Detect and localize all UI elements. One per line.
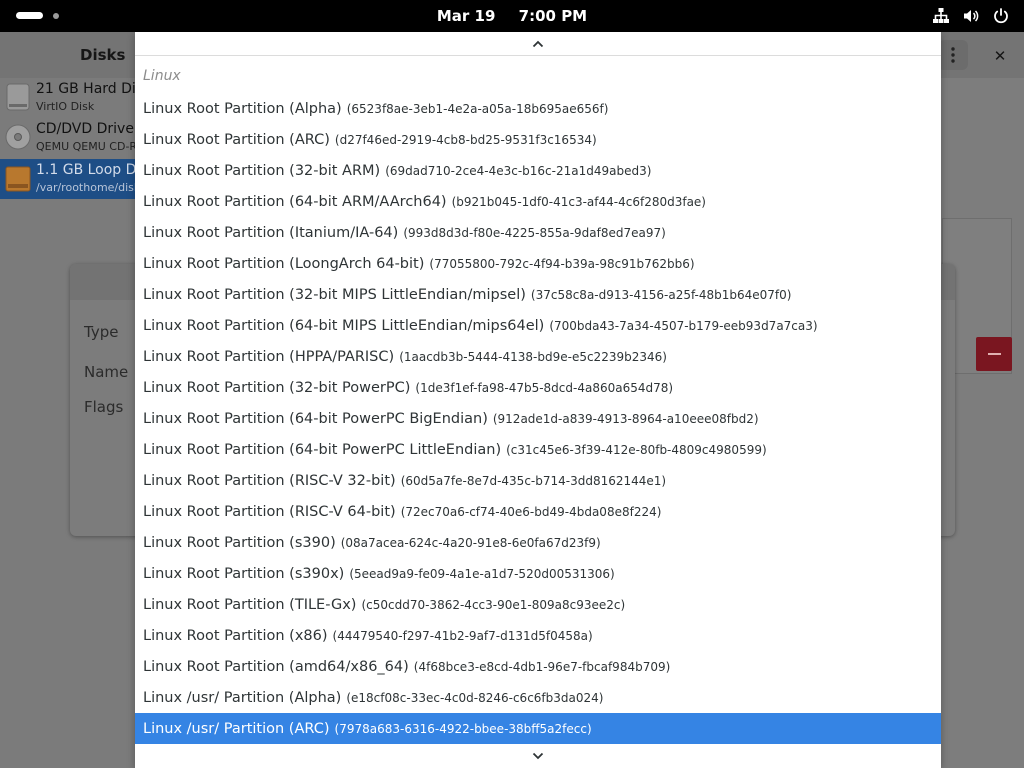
power-icon[interactable]	[992, 7, 1010, 25]
option-label: Linux Root Partition (s390x)	[143, 565, 345, 582]
partition-type-option[interactable]: Linux Root Partition (s390x) (5eead9a9-fe…	[135, 558, 941, 589]
option-label: Linux Root Partition (x86)	[143, 627, 328, 644]
option-guid: (44479540-f297-41b2-9af7-d131d5f0458a)	[332, 628, 593, 643]
disk-menu-button[interactable]	[938, 40, 968, 70]
disk-item-loop-device[interactable]: 1.1 GB Loop Device /var/roothome/disk.im…	[0, 159, 174, 199]
option-guid: (e18cf08c-33ec-4c0d-8246-c6c6fb3da024)	[346, 690, 604, 705]
partition-type-option[interactable]: Linux Root Partition (32-bit MIPS Little…	[135, 279, 941, 310]
option-label: Linux Root Partition (32-bit ARM)	[143, 162, 381, 179]
option-label: Linux Root Partition (RISC-V 32-bit)	[143, 472, 396, 489]
partition-type-option[interactable]: Linux Root Partition (Itanium/IA-64) (993…	[135, 217, 941, 248]
partition-type-option[interactable]: Linux Root Partition (64-bit PowerPC Big…	[135, 403, 941, 434]
partition-type-option[interactable]: Linux Root Partition (HPPA/PARISC) (1aacd…	[135, 341, 941, 372]
partition-type-option[interactable]: Linux Root Partition (64-bit PowerPC Lit…	[135, 434, 941, 465]
option-label: Linux Root Partition (64-bit MIPS Little…	[143, 317, 545, 334]
option-label: Linux Root Partition (64-bit PowerPC Big…	[143, 410, 488, 427]
partition-type-option[interactable]: Linux Root Partition (32-bit PowerPC) (1d…	[135, 372, 941, 403]
option-label: Linux Root Partition (HPPA/PARISC)	[143, 348, 395, 365]
delete-partition-button[interactable]	[976, 337, 1012, 371]
option-guid: (c50cdd70-3862-4cc3-90e1-809a8c93ee2c)	[361, 597, 626, 612]
chevron-up-icon	[532, 40, 544, 47]
hard-disk-icon	[6, 83, 30, 111]
minus-icon	[987, 353, 1001, 355]
loop-device-icon	[5, 166, 31, 192]
optical-drive-icon	[5, 124, 31, 150]
option-guid: (6523f8ae-3eb1-4e2a-a05a-18b695ae656f)	[346, 101, 609, 116]
disk-name: CD/DVD Drive	[36, 121, 134, 137]
clock-time[interactable]: 7:00 PM	[519, 7, 587, 25]
option-guid: (4f68bce3-e8cd-4db1-96e7-fbcaf984b709)	[413, 659, 671, 674]
option-label: Linux Root Partition (Itanium/IA-64)	[143, 224, 399, 241]
option-label: Linux /usr/ Partition (ARC)	[143, 720, 330, 737]
option-label: Linux Root Partition (Alpha)	[143, 100, 342, 117]
type-label: Type	[84, 323, 119, 341]
option-label: Linux Root Partition (64-bit ARM/AArch64…	[143, 193, 447, 210]
option-guid: (c31c45e6-3f39-412e-80fb-4809c4980599)	[506, 442, 767, 457]
disk-item-cd-dvd[interactable]: CD/DVD Drive QEMU QEMU CD-ROM	[0, 118, 155, 156]
option-guid: (72ec70a6-cf74-40e6-bd49-4bda08e8f224)	[400, 504, 662, 519]
partition-type-option[interactable]: Linux Root Partition (RISC-V 32-bit) (60d…	[135, 465, 941, 496]
close-button[interactable]: ✕	[988, 44, 1012, 68]
option-label: Linux /usr/ Partition (Alpha)	[143, 689, 342, 706]
option-label: Linux Root Partition (32-bit MIPS Little…	[143, 286, 526, 303]
partition-type-option[interactable]: Linux Root Partition (ARC) (d27f46ed-2919…	[135, 124, 941, 155]
scroll-down-button[interactable]	[135, 744, 941, 768]
network-icon[interactable]	[932, 7, 950, 25]
clock: Mar 19 7:00 PM	[0, 7, 1024, 25]
vertical-dots-icon	[951, 47, 955, 63]
partition-type-option[interactable]: Linux /usr/ Partition (Alpha) (e18cf08c-3…	[135, 682, 941, 713]
option-guid: (08a7acea-624c-4a20-91e8-6e0fa67d23f9)	[340, 535, 601, 550]
option-guid: (d27f46ed-2919-4cb8-bd25-9531f3c16534)	[334, 132, 597, 147]
option-guid: (69dad710-2ce4-4e3c-b16c-21a1d49abed3)	[385, 163, 652, 178]
option-guid: (60d5a7fe-8e7d-435c-b714-3dd8162144e1)	[400, 473, 667, 488]
option-label: Linux Root Partition (32-bit PowerPC)	[143, 379, 411, 396]
flags-label: Flags	[84, 398, 124, 416]
workspace-indicator	[53, 12, 59, 19]
option-guid: (7978a683-6316-4922-bbee-38bff5a2fecc)	[334, 721, 592, 736]
option-guid: (77055800-792c-4f94-b39a-98c91b762bb6)	[429, 256, 695, 271]
option-guid: (912ade1d-a839-4913-8964-a10eee08fbd2)	[492, 411, 759, 426]
option-label: Linux Root Partition (ARC)	[143, 131, 330, 148]
disk-item-hard-disk[interactable]: 21 GB Hard Disk VirtIO Disk	[0, 78, 151, 116]
partition-type-option[interactable]: Linux Root Partition (TILE-Gx) (c50cdd70-…	[135, 589, 941, 620]
option-label: Linux Root Partition (LoongArch 64-bit)	[143, 255, 425, 272]
scroll-up-button[interactable]	[135, 32, 941, 56]
option-guid: (1de3f1ef-fa98-47b5-8dcd-4a860a654d78)	[415, 380, 674, 395]
name-label: Name	[84, 363, 129, 381]
partition-type-option[interactable]: Linux Root Partition (64-bit ARM/AArch64…	[135, 186, 941, 217]
partition-type-option[interactable]: Linux Root Partition (s390) (08a7acea-624…	[135, 527, 941, 558]
chevron-down-icon	[532, 752, 544, 760]
option-guid: (993d8d3d-f80e-4225-855a-9daf8ed7ea97)	[403, 225, 666, 240]
disk-detail: VirtIO Disk	[36, 100, 95, 113]
close-icon: ✕	[993, 47, 1007, 65]
disks-title: Disks	[80, 46, 126, 64]
option-label: Linux Root Partition (amd64/x86_64)	[143, 658, 409, 675]
option-guid: (b921b045-1df0-41c3-af44-4c6f280d3fae)	[451, 194, 706, 209]
option-guid: (1aacdb3b-5444-4138-bd9e-e5c2239b2346)	[399, 349, 667, 364]
group-header-linux: Linux	[143, 68, 181, 84]
workspace-active-indicator	[16, 12, 43, 19]
partition-type-option[interactable]: Linux Root Partition (x86) (44479540-f297…	[135, 620, 941, 651]
partition-type-option[interactable]: Linux /usr/ Partition (ARC) (7978a683-631…	[135, 713, 941, 744]
option-guid: (37c58c8a-d913-4156-a25f-48b1b64e07f0)	[530, 287, 792, 302]
option-label: Linux Root Partition (s390)	[143, 534, 336, 551]
disk-name: 21 GB Hard Disk	[36, 81, 152, 97]
partition-type-option[interactable]: Linux Root Partition (RISC-V 64-bit) (72e…	[135, 496, 941, 527]
option-guid: (700bda43-7a34-4507-b179-eeb93d7a7ca3)	[549, 318, 818, 333]
option-label: Linux Root Partition (64-bit PowerPC Lit…	[143, 441, 502, 458]
volume-icon[interactable]	[962, 7, 980, 25]
partition-type-option[interactable]: Linux Root Partition (LoongArch 64-bit) (…	[135, 248, 941, 279]
top-bar: Mar 19 7:00 PM	[0, 0, 1024, 32]
option-guid: (5eead9a9-fe09-4a1e-a1d7-520d00531306)	[349, 566, 615, 581]
system-tray[interactable]	[932, 7, 1010, 25]
option-label: Linux Root Partition (RISC-V 64-bit)	[143, 503, 396, 520]
partition-type-option[interactable]: Linux Root Partition (64-bit MIPS Little…	[135, 310, 941, 341]
partition-type-option[interactable]: Linux Root Partition (Alpha) (6523f8ae-3e…	[135, 93, 941, 124]
clock-date[interactable]: Mar 19	[437, 7, 496, 25]
partition-type-option[interactable]: Linux Root Partition (amd64/x86_64) (4f68…	[135, 651, 941, 682]
option-label: Linux Root Partition (TILE-Gx)	[143, 596, 357, 613]
activities-button[interactable]	[16, 12, 59, 19]
partition-type-dropdown[interactable]: Linux Linux Root Partition (Alpha) (6523f…	[135, 32, 941, 768]
partition-type-option[interactable]: Linux Root Partition (32-bit ARM) (69dad7…	[135, 155, 941, 186]
